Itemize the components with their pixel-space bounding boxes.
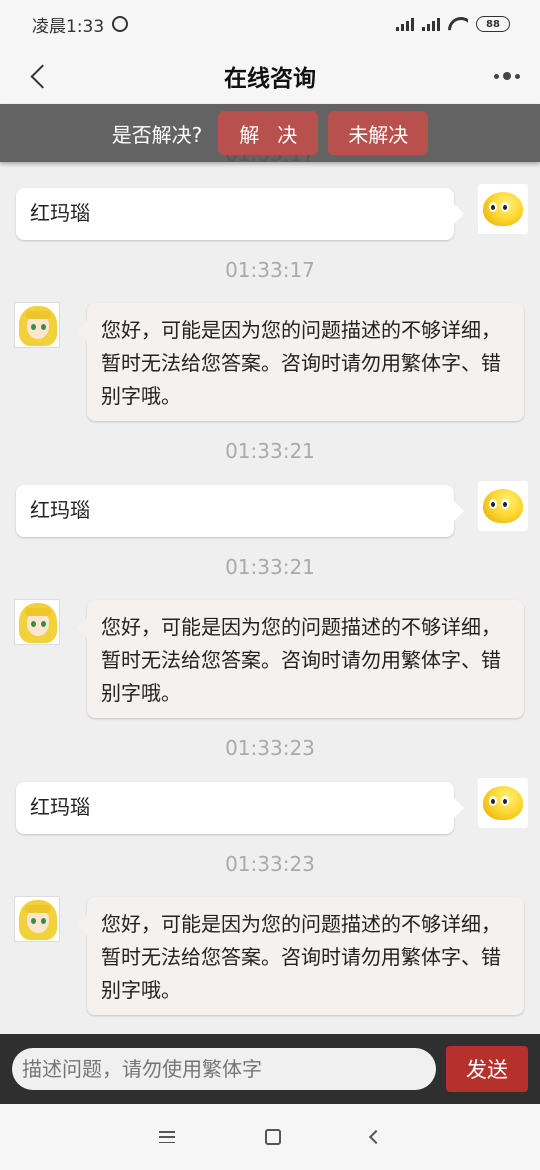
signal-icon: [396, 17, 414, 31]
user-avatar: [478, 481, 528, 531]
yellow-blob-icon: [483, 489, 523, 523]
user-message-bubble: 红玛瑙: [16, 485, 464, 537]
message-text: 红玛瑙: [30, 795, 90, 819]
bot-message-bubble: 您好，可能是因为您的问题描述的不够详细，暂时无法给您答案。咨询时请勿用繁体字、错…: [77, 897, 524, 1015]
bot-avatar: [14, 896, 60, 942]
home-icon[interactable]: [265, 1129, 281, 1145]
resolved-button[interactable]: 解决: [218, 111, 319, 155]
signal-icon: [422, 17, 440, 31]
back-nav-icon[interactable]: [368, 1129, 384, 1145]
input-bar: 发送: [0, 1034, 540, 1104]
user-message-bubble: 红玛瑙: [16, 782, 464, 834]
app-header: 在线咨询: [0, 48, 540, 104]
send-button[interactable]: 发送: [446, 1046, 528, 1092]
message-text: 红玛瑙: [30, 498, 90, 522]
unresolved-button[interactable]: 未解决: [328, 111, 429, 155]
message-text: 红玛瑙: [30, 201, 90, 225]
menu-icon[interactable]: [159, 1131, 175, 1143]
message-text: 您好，可能是因为您的问题描述的不够详细，暂时无法给您答案。咨询时请勿用繁体字、错…: [101, 615, 501, 705]
bot-message-bubble: 您好，可能是因为您的问题描述的不够详细，暂时无法给您答案。咨询时请勿用繁体字、错…: [77, 303, 524, 421]
chat-area[interactable]: 01:33:17 红玛瑙 01:33:17 您好，可能是因为您的问题描述的不够详…: [0, 104, 540, 1034]
page-title: 在线咨询: [224, 66, 316, 92]
user-avatar: [478, 184, 528, 234]
message-text: 您好，可能是因为您的问题描述的不够详细，暂时无法给您答案。咨询时请勿用繁体字、错…: [101, 318, 501, 408]
message-time: 01:33:21: [225, 439, 315, 463]
alarm-icon: [112, 16, 129, 32]
more-icon[interactable]: [494, 72, 520, 80]
message-input[interactable]: [12, 1048, 436, 1090]
bot-avatar: [14, 302, 60, 348]
message-time: 01:33:17: [225, 258, 315, 282]
bot-message-bubble: 您好，可能是因为您的问题描述的不够详细，暂时无法给您答案。咨询时请勿用繁体字、错…: [77, 600, 524, 718]
user-avatar: [478, 778, 528, 828]
user-message-bubble: 红玛瑙: [16, 188, 464, 240]
battery-icon: 88: [476, 16, 510, 32]
yellow-blob-icon: [483, 786, 523, 820]
message-time: 01:33:23: [225, 736, 315, 760]
message-time: 01:33:21: [225, 555, 315, 579]
battery-level: 88: [486, 18, 500, 30]
resolve-question: 是否解决?: [111, 122, 203, 147]
wifi-icon: [448, 17, 468, 31]
message-text: 您好，可能是因为您的问题描述的不够详细，暂时无法给您答案。咨询时请勿用繁体字、错…: [101, 912, 501, 1002]
back-icon[interactable]: [28, 62, 50, 90]
resolve-bar: 是否解决? 解决 未解决: [0, 104, 540, 162]
status-time: 凌晨1:33: [32, 16, 105, 37]
message-time: 01:33:23: [225, 852, 315, 876]
system-nav-bar: [0, 1104, 540, 1170]
bot-avatar: [14, 599, 60, 645]
yellow-blob-icon: [483, 192, 523, 226]
status-bar: 凌晨1:33 88: [0, 0, 540, 48]
